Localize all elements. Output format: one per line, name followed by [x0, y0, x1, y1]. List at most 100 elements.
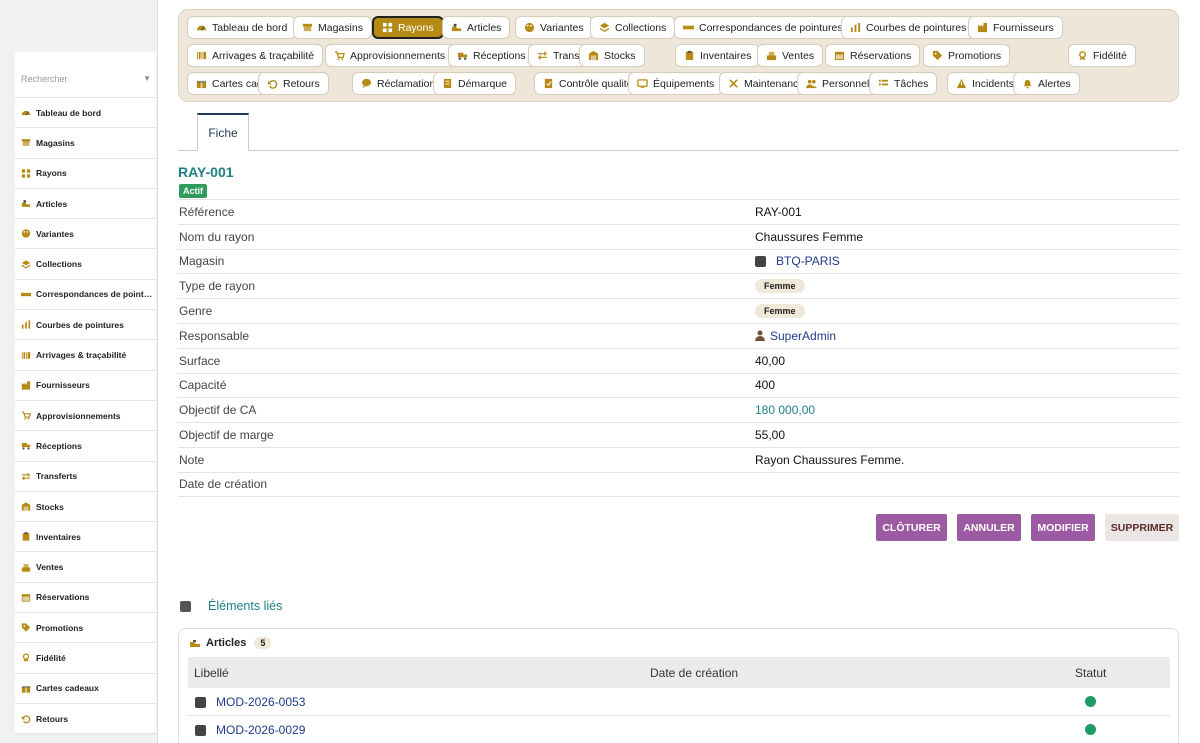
module-button-courbes-de-pointures[interactable]: Courbes de pointures	[841, 16, 976, 39]
module-button-arrivages-tracabilite[interactable]: Arrivages & traçabilité	[187, 44, 324, 67]
module-button-label: Stocks	[604, 49, 636, 62]
user-link-label[interactable]: SuperAdmin	[770, 329, 836, 343]
store-link-label[interactable]: BTQ-PARIS	[776, 254, 840, 268]
bell-icon	[1022, 78, 1033, 89]
module-button-incidents[interactable]: Incidents	[947, 72, 1024, 95]
module-button-reservations[interactable]: Réservations	[825, 44, 921, 67]
module-button-ventes[interactable]: Ventes	[757, 44, 824, 67]
module-button-label: Alertes	[1038, 77, 1071, 90]
module-button-controle-qualite[interactable]: Contrôle qualité	[534, 72, 642, 95]
table-row[interactable]: MOD-2026-0053	[188, 688, 1170, 716]
sidebar-item-articles[interactable]: Articles	[15, 189, 156, 220]
store-link[interactable]: BTQ-PARIS	[755, 254, 1179, 268]
tab-fiche[interactable]: Fiche	[197, 113, 249, 151]
sidebar-item-tableau-de-bord[interactable]: Tableau de bord	[15, 98, 156, 129]
sidebar-item-label: Ventes	[36, 562, 64, 573]
detail-label: Type de rayon	[179, 279, 256, 294]
cart-icon	[334, 50, 345, 61]
sidebar-item-reservations[interactable]: Réservations	[15, 583, 156, 614]
sidebar-item-fidelite[interactable]: Fidélité	[15, 643, 156, 674]
sidebar-item-variantes[interactable]: Variantes	[15, 219, 156, 250]
article-link[interactable]: MOD-2026-0029	[216, 723, 305, 737]
detail-table: Référence RAY-001 Nom du rayon Chaussures F…	[178, 199, 1179, 497]
detail-label: Capacité	[179, 378, 227, 393]
module-button-stocks[interactable]: Stocks	[579, 44, 645, 67]
sidebar-item-retours[interactable]: Retours	[15, 704, 156, 735]
detail-label: Référence	[179, 204, 235, 219]
module-button-tableau-de-bord[interactable]: Tableau de bord	[187, 16, 297, 39]
sidebar-item-transferts[interactable]: Transferts	[15, 462, 156, 492]
sidebar-item-receptions[interactable]: Réceptions	[15, 431, 156, 462]
sidebar-item-label: Retours	[36, 713, 69, 724]
layers-icon	[21, 259, 31, 269]
module-bar: Tableau de bord Magasins Rayons Articles Var…	[178, 9, 1179, 102]
sidebar-item-collections[interactable]: Collections	[15, 249, 156, 280]
module-button-label: Retours	[283, 77, 320, 90]
receipt-icon	[442, 78, 453, 89]
sidebar-item-magasins[interactable]: Magasins	[15, 128, 156, 159]
truck-icon	[21, 441, 31, 451]
edit-button[interactable]: MODIFIER	[1031, 514, 1095, 541]
close-button[interactable]: CLÔTURER	[876, 514, 947, 541]
panel-header[interactable]: Articles 5	[189, 637, 272, 649]
sidebar-item-correspondances-de-pointures[interactable]: Correspondances de pointures	[15, 280, 156, 311]
column-header-status[interactable]: Statut	[1075, 666, 1106, 680]
sidebar-item-arrivages-tracabilite[interactable]: Arrivages & traçabilité	[15, 340, 156, 371]
module-button-promotions[interactable]: Promotions	[923, 44, 1011, 67]
module-button-fidelite[interactable]: Fidélité	[1068, 44, 1136, 67]
module-button-inventaires[interactable]: Inventaires	[675, 44, 761, 67]
sidebar-item-cartes-cadeaux[interactable]: Cartes cadeaux	[15, 674, 156, 704]
sidebar-item-stocks[interactable]: Stocks	[15, 492, 156, 523]
module-button-receptions[interactable]: Réceptions	[448, 44, 535, 67]
module-button-variantes[interactable]: Variantes	[515, 16, 593, 39]
detail-value: 180 000,00	[755, 403, 816, 418]
sidebar-item-ventes[interactable]: Ventes	[15, 552, 156, 583]
module-button-label: Magasins	[318, 21, 363, 34]
module-button-correspondances-de-pointures[interactable]: Correspondances de pointures	[674, 16, 852, 39]
sidebar-item-label: Tableau de bord	[36, 107, 102, 118]
module-button-magasins[interactable]: Magasins	[293, 16, 372, 39]
sidebar-item-label: Cartes cadeaux	[36, 683, 99, 694]
shoe-icon	[21, 199, 31, 209]
sidebar-item-rayons[interactable]: Rayons	[15, 159, 156, 189]
chevron-down-icon[interactable]: ▼	[143, 74, 151, 83]
module-button-retours[interactable]: Retours	[258, 72, 329, 95]
sidebar-item-courbes-de-pointures[interactable]: Courbes de pointures	[15, 310, 156, 341]
sidebar-item-inventaires[interactable]: Inventaires	[15, 522, 156, 553]
module-button-alertes[interactable]: Alertes	[1013, 72, 1080, 95]
check-icon	[543, 78, 554, 89]
store-icon	[755, 255, 766, 267]
column-header-label[interactable]: Libellé	[194, 666, 229, 680]
chart-icon	[21, 320, 31, 330]
table-row[interactable]: MOD-2026-0029	[188, 716, 1170, 743]
sidebar-item-promotions[interactable]: Promotions	[15, 613, 156, 644]
module-button-label: Variantes	[540, 21, 584, 34]
sidebar-item-fournisseurs[interactable]: Fournisseurs	[15, 371, 156, 401]
tab-bar: Fiche	[178, 113, 1179, 151]
module-button-rayons[interactable]: Rayons	[372, 16, 444, 39]
module-button-taches[interactable]: Tâches	[869, 72, 938, 95]
cancel-button[interactable]: ANNULER	[957, 514, 1021, 541]
module-button-articles[interactable]: Articles	[442, 16, 511, 39]
module-button-collections[interactable]: Collections	[590, 16, 676, 39]
module-button-label: Contrôle qualité	[559, 77, 633, 90]
user-link[interactable]: SuperAdmin	[755, 329, 1179, 343]
module-button-approvisionnements[interactable]: Approvisionnements	[325, 44, 455, 67]
module-button-fournisseurs[interactable]: Fournisseurs	[968, 16, 1063, 39]
detail-row-genre: Genre Femme	[178, 298, 1179, 323]
module-button-label: Maintenance	[744, 77, 805, 90]
detail-row-objectif-de-marge: Objectif de marge 55,00	[178, 422, 1179, 447]
module-button-demarque[interactable]: Démarque	[433, 72, 517, 95]
sidebar-search[interactable]: Rechercher ▼	[15, 52, 156, 98]
detail-value: Chaussures Femme	[755, 229, 864, 244]
monitor-icon	[637, 78, 648, 89]
column-header-date[interactable]: Date de création	[650, 666, 738, 680]
module-button-personnel[interactable]: Personnel	[797, 72, 879, 95]
delete-button[interactable]: SUPPRIMER	[1105, 514, 1179, 541]
undo-icon	[21, 714, 31, 724]
module-button-equipements[interactable]: Équipements	[628, 72, 724, 95]
sidebar-item-approvisionnements[interactable]: Approvisionnements	[15, 401, 156, 432]
shoe-icon	[189, 638, 201, 648]
article-link[interactable]: MOD-2026-0053	[216, 695, 305, 709]
status-dot-icon	[1085, 696, 1096, 707]
